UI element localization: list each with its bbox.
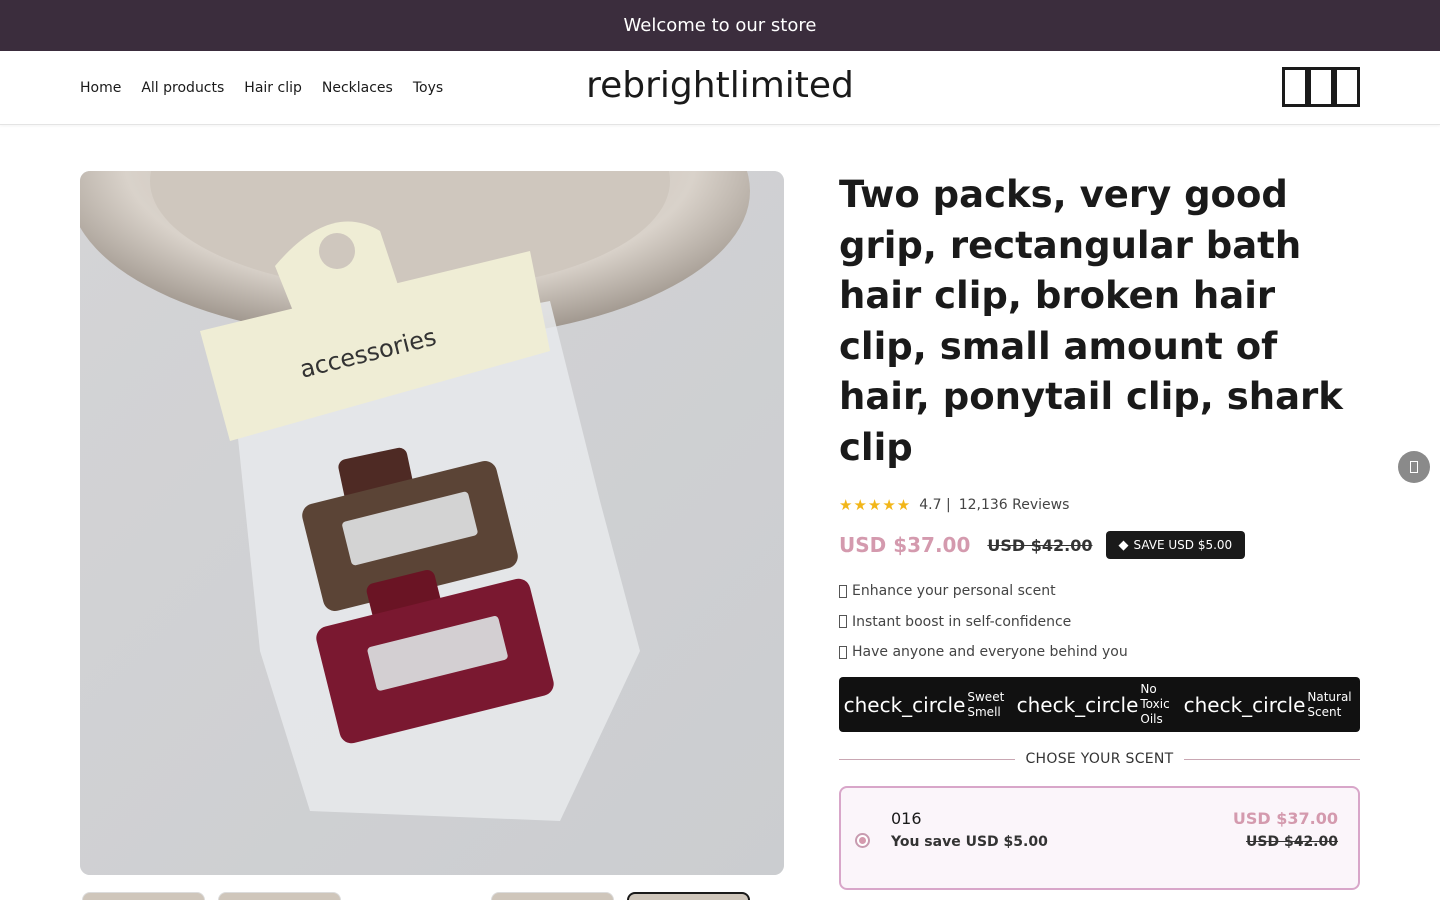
thumbnail[interactable] bbox=[82, 892, 205, 900]
compare-price: USD $42.00 bbox=[987, 535, 1093, 555]
scent-heading: CHOSE YOUR SCENT bbox=[839, 749, 1361, 769]
variant-radio[interactable] bbox=[855, 833, 870, 848]
thumbnail-active[interactable] bbox=[627, 892, 750, 900]
feature-label: Sweet Smell bbox=[967, 689, 1005, 719]
main-nav: Home All products Hair clip Necklaces To… bbox=[80, 51, 463, 124]
sale-price: USD $37.00 bbox=[839, 533, 971, 557]
benefit-list: Enhance your personal scent Instant boos… bbox=[839, 576, 1128, 668]
rating-value: 4.7 | bbox=[919, 497, 951, 513]
feature-item: check_circle Sweet Smell bbox=[844, 690, 1008, 720]
product-main-image[interactable]: accessories bbox=[80, 171, 784, 875]
check-circle-icon: check_circle bbox=[843, 692, 966, 717]
benefit-text: Enhance your personal scent bbox=[852, 583, 1056, 600]
check-circle-icon: check_circle bbox=[1016, 692, 1139, 717]
variant-name: 016 bbox=[891, 809, 922, 828]
nav-item-all-products[interactable]: All products bbox=[141, 80, 224, 96]
variant-save-text: You save USD $5.00 bbox=[891, 834, 1048, 850]
feature-item: check_circle No Toxic Oils bbox=[1017, 682, 1175, 727]
feature-label: Natural Scent bbox=[1307, 689, 1352, 719]
benefit-icon bbox=[839, 615, 847, 629]
divider bbox=[839, 758, 1016, 760]
check-circle-icon: check_circle bbox=[1183, 692, 1306, 717]
thumbnail[interactable] bbox=[491, 892, 614, 900]
account-icon[interactable] bbox=[1308, 67, 1334, 107]
feature-label: No Toxic Oils bbox=[1140, 682, 1170, 726]
store-logo[interactable]: rebrightlimited bbox=[586, 65, 854, 106]
benefit-icon bbox=[839, 584, 847, 598]
nav-item-necklaces[interactable]: Necklaces bbox=[322, 80, 393, 96]
list-item: Instant boost in self-confidence bbox=[839, 607, 1128, 638]
star-rating-icon: ★★★★★ bbox=[839, 496, 912, 514]
thumbnail[interactable] bbox=[218, 892, 341, 900]
save-badge: ◆ SAVE USD $5.00 bbox=[1105, 531, 1246, 559]
variant-price: USD $37.00 bbox=[1232, 809, 1338, 828]
header-icons bbox=[1282, 67, 1360, 107]
list-item: Have anyone and everyone behind you bbox=[839, 637, 1128, 668]
nav-item-home[interactable]: Home bbox=[80, 80, 121, 96]
list-item: Enhance your personal scent bbox=[839, 576, 1128, 607]
feature-bar: check_circle Sweet Smell check_circle No… bbox=[839, 677, 1360, 732]
price-row: USD $37.00 USD $42.00 ◆ SAVE USD $5.00 bbox=[839, 530, 1246, 560]
divider bbox=[1183, 758, 1361, 760]
announcement-bar: Welcome to our store bbox=[0, 0, 1440, 51]
thumbnail-strip bbox=[80, 892, 784, 900]
feature-item: check_circle Natural Scent bbox=[1184, 690, 1356, 720]
product-title: Two packs, very good grip, rectangular b… bbox=[839, 173, 1343, 469]
benefit-text: Instant boost in self-confidence bbox=[852, 613, 1072, 630]
side-button-icon bbox=[1410, 461, 1418, 473]
product-photo: accessories bbox=[80, 171, 784, 875]
nav-item-hair-clip[interactable]: Hair clip bbox=[244, 80, 302, 96]
search-icon[interactable] bbox=[1282, 67, 1308, 107]
site-header: Home All products Hair clip Necklaces To… bbox=[0, 51, 1440, 125]
review-count[interactable]: 12,136 Reviews bbox=[959, 497, 1070, 513]
variant-compare-price: USD $42.00 bbox=[1246, 834, 1338, 850]
save-badge-text: SAVE USD $5.00 bbox=[1133, 538, 1233, 552]
tag-icon: ◆ bbox=[1118, 537, 1129, 553]
benefit-icon bbox=[839, 645, 847, 659]
scent-heading-text: CHOSE YOUR SCENT bbox=[1025, 751, 1174, 767]
announcement-text: Welcome to our store bbox=[623, 15, 817, 36]
benefit-text: Have anyone and everyone behind you bbox=[852, 644, 1128, 661]
product-rating[interactable]: ★★★★★ 4.7 | 12,136 Reviews bbox=[839, 494, 1069, 516]
nav-item-toys[interactable]: Toys bbox=[413, 80, 443, 96]
floating-side-button[interactable] bbox=[1398, 451, 1430, 483]
variant-option[interactable]: 016 You save USD $5.00 USD $37.00 USD $4… bbox=[839, 786, 1360, 890]
cart-icon[interactable] bbox=[1334, 67, 1360, 107]
